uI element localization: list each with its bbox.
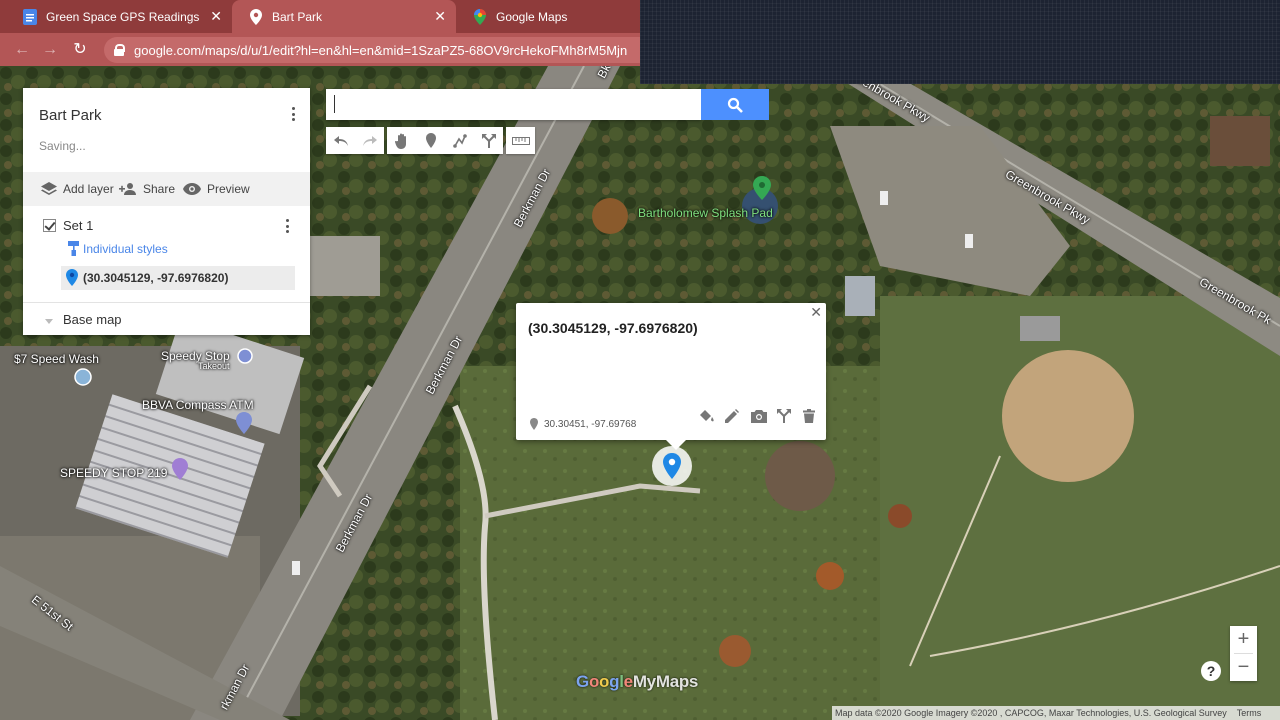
poi-label-splash-pad[interactable]: Bartholomew Splash Pad <box>638 206 773 220</box>
attribution-text: Map data ©2020 Google Imagery ©2020 , CA… <box>835 708 1227 718</box>
google-maps-icon <box>472 8 488 25</box>
layers-icon <box>41 182 57 196</box>
individual-styles-link[interactable]: Individual styles <box>83 242 168 256</box>
search-input[interactable] <box>334 95 694 113</box>
poi-shop-icon[interactable] <box>237 348 253 364</box>
tab-bart-park[interactable]: Bart Park ✕ <box>232 0 456 33</box>
share-button[interactable]: Share <box>119 172 175 206</box>
address-bar[interactable]: google.com/maps/d/u/1/edit?hl=en&hl=en&m… <box>104 37 644 63</box>
zoom-in-button[interactable]: + <box>1230 626 1257 653</box>
paint-roller-icon <box>68 241 79 256</box>
add-person-icon <box>119 183 137 195</box>
video-overlay <box>640 0 1280 84</box>
poi-marker-icon[interactable] <box>74 368 92 386</box>
map-attribution: Map data ©2020 Google Imagery ©2020 , CA… <box>832 706 1280 720</box>
poi-label-takeout: Takeout <box>198 361 230 371</box>
preview-button[interactable]: Preview <box>183 172 250 206</box>
edit-icon[interactable] <box>723 407 741 425</box>
hand-icon[interactable] <box>387 127 416 154</box>
add-layer-button[interactable]: Add layer <box>41 172 114 206</box>
forward-arrow-icon[interactable]: → <box>40 40 60 60</box>
base-map-label[interactable]: Base map <box>63 312 122 327</box>
ruler-icon[interactable] <box>506 127 535 154</box>
delete-icon[interactable] <box>800 407 818 425</box>
undo-icon[interactable] <box>326 127 355 154</box>
close-icon[interactable]: ✕ <box>210 8 222 25</box>
add-layer-label: Add layer <box>63 182 114 196</box>
info-title[interactable]: (30.3045129, -97.6976820) <box>528 320 698 336</box>
feature-list-item[interactable]: (30.3045129, -97.6976820) <box>61 266 295 290</box>
marker-icon[interactable] <box>416 127 445 154</box>
map-pin-icon <box>248 8 264 25</box>
back-arrow-icon[interactable]: ← <box>12 40 32 60</box>
directions-icon[interactable] <box>474 127 503 154</box>
redo-icon[interactable] <box>355 127 384 154</box>
layer-visibility-checkbox[interactable] <box>43 219 56 232</box>
directions-icon[interactable] <box>775 407 793 425</box>
poi-label-speedy-stop-219[interactable]: SPEEDY STOP 219 <box>60 466 167 480</box>
tab-google-maps[interactable]: Google Maps <box>456 0 640 33</box>
paint-bucket-icon[interactable] <box>698 407 716 425</box>
tab-title: Green Space GPS Readings - Goo <box>46 9 202 24</box>
reload-icon[interactable]: ↻ <box>70 40 90 60</box>
location-pin-icon <box>530 418 538 430</box>
google-my-maps-logo: GoogleMyMaps <box>576 672 699 691</box>
docs-icon <box>22 8 38 25</box>
lock-icon <box>114 44 125 56</box>
measure-tools <box>506 127 535 154</box>
map-pin-icon <box>663 453 681 479</box>
search-button[interactable] <box>701 89 769 120</box>
panel-actions-bar: Add layer Share Preview <box>23 172 310 206</box>
map-pin-icon <box>66 269 78 286</box>
map-layers-panel: Bart Park Saving... Add layer Share Prev… <box>23 88 310 335</box>
gas-marker-icon[interactable] <box>172 458 188 480</box>
preview-label: Preview <box>207 182 250 196</box>
caret-down-icon[interactable] <box>45 317 53 325</box>
feature-info-window: (30.3045129, -97.6976820) ✕ 30.30451, -9… <box>516 303 826 450</box>
help-icon[interactable]: ? <box>1201 661 1221 681</box>
history-tools <box>326 127 384 154</box>
search-icon <box>727 97 743 113</box>
selected-map-marker[interactable] <box>652 446 692 486</box>
layer-options-icon[interactable] <box>280 217 294 235</box>
poi-label-bbva[interactable]: BBVA Compass ATM <box>142 398 254 412</box>
drawing-tools <box>387 127 503 154</box>
atm-marker-icon[interactable] <box>236 412 252 434</box>
close-icon[interactable]: ✕ <box>810 304 822 321</box>
poi-label-speed-wash[interactable]: $7 Speed Wash <box>14 352 99 366</box>
more-options-icon[interactable] <box>286 105 300 123</box>
camera-icon[interactable] <box>750 407 768 425</box>
terms-link[interactable]: Terms <box>1237 708 1262 718</box>
tab-title: Google Maps <box>496 9 568 24</box>
url-text: google.com/maps/d/u/1/edit?hl=en&hl=en&m… <box>134 42 628 58</box>
close-icon[interactable]: ✕ <box>434 8 446 25</box>
poi-green-marker-icon[interactable] <box>753 176 771 200</box>
zoom-out-button[interactable]: − <box>1230 654 1257 681</box>
layer-name[interactable]: Set 1 <box>63 218 93 233</box>
info-coordinates: 30.30451, -97.69768 <box>544 419 637 430</box>
divider <box>23 302 310 303</box>
share-label: Share <box>143 182 176 196</box>
eye-icon <box>183 183 201 195</box>
feature-label: (30.3045129, -97.6976820) <box>83 271 229 285</box>
zoom-control: + − <box>1230 626 1257 681</box>
tab-green-space[interactable]: Green Space GPS Readings - Goo ✕ <box>6 0 232 33</box>
search-box <box>326 89 701 120</box>
save-status: Saving... <box>39 139 86 153</box>
draw-line-icon[interactable] <box>445 127 474 154</box>
tab-title: Bart Park <box>272 9 323 24</box>
map-title[interactable]: Bart Park <box>39 107 102 124</box>
